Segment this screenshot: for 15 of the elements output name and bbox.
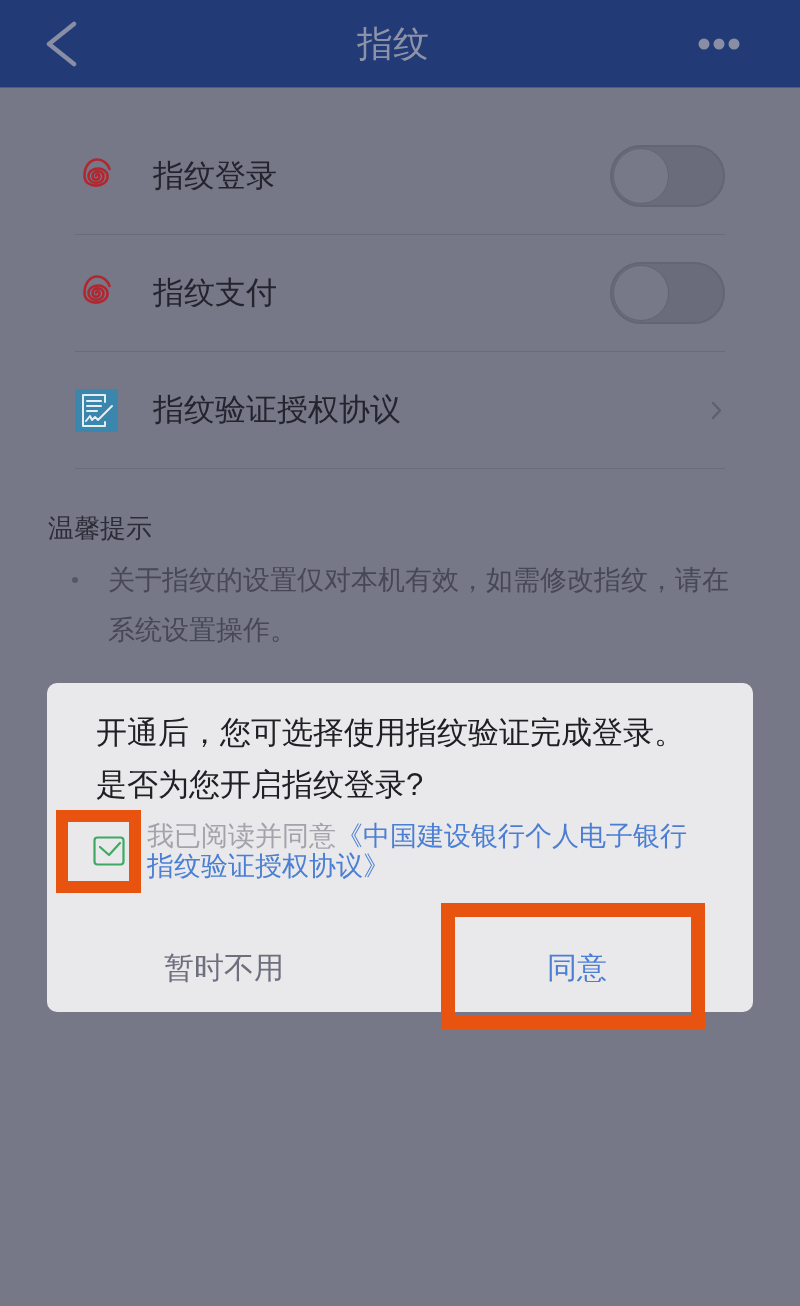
chevron-icon [711, 400, 722, 420]
page-title: 指纹 [356, 21, 429, 66]
back-icon[interactable] [45, 20, 77, 67]
checkbox-icon[interactable] [93, 836, 125, 866]
document-icon [75, 388, 118, 432]
setting-label: 指纹支付 [153, 274, 278, 312]
later-button[interactable]: 暂时不用 [47, 924, 400, 1012]
agree-button[interactable]: 同意 [400, 924, 753, 1012]
setting-label: 指纹登录 [153, 157, 278, 195]
setting-label[interactable]: 指纹验证授权协议 [153, 390, 711, 430]
agreement-text[interactable]: 我已阅读并同意《中国建设银行个人电子银行指纹验证授权协议》 [147, 821, 702, 881]
dialog-message: 开通后，您可选择使用指纹验证完成登录。是否为您开启指纹登录? [96, 714, 686, 804]
more-icon[interactable] [698, 37, 740, 50]
bullet-dot-icon [72, 577, 78, 583]
tips-title: 温馨提示 [48, 513, 152, 543]
